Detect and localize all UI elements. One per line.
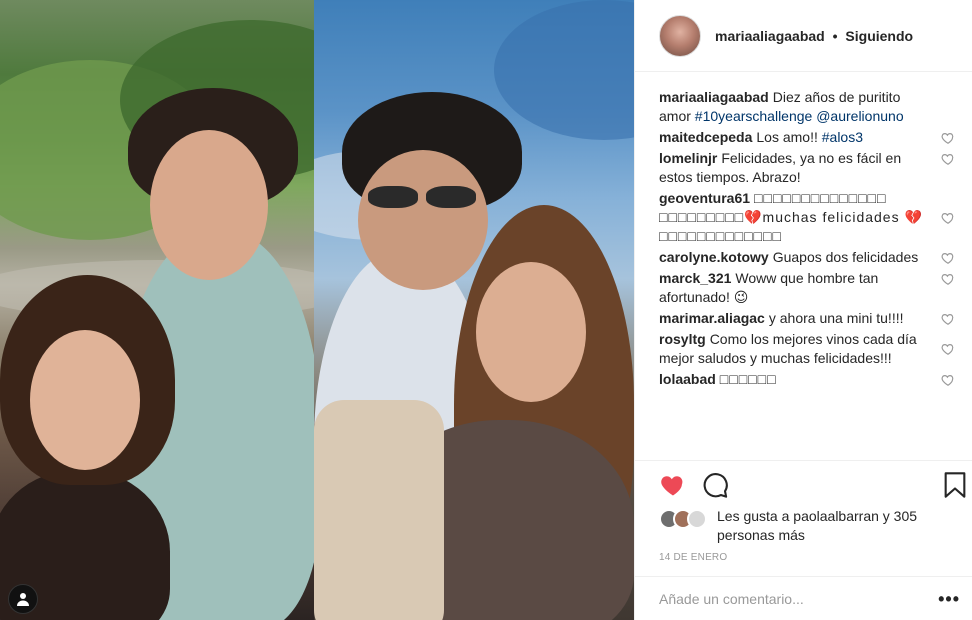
comment-username[interactable]: carolyne.kotowy xyxy=(659,249,769,265)
comment-item: rosyltg Como los mejores vinos cada día m… xyxy=(659,330,955,368)
post-date[interactable]: 14 DE ENERO xyxy=(659,552,727,563)
header-text: mariaaliagaabad • Siguiendo xyxy=(715,28,913,44)
comment-username[interactable]: rosyltg xyxy=(659,331,706,347)
avatar xyxy=(687,509,707,529)
photo-right-panel xyxy=(314,0,634,620)
heart-outline-icon[interactable] xyxy=(941,373,955,387)
comment-text: □□□□□□ xyxy=(719,371,777,387)
caption-hashtag[interactable]: #10yearschallenge xyxy=(695,108,813,124)
comment-username[interactable]: geoventura61 xyxy=(659,190,750,206)
add-comment-bar: ••• xyxy=(635,576,972,620)
comment-username[interactable]: maitedcepeda xyxy=(659,129,752,145)
likes-text: Les gusta a paolaalbarran y 305 personas… xyxy=(717,507,955,545)
heart-outline-icon[interactable] xyxy=(941,211,955,225)
comment-item: lomelinjr Felicidades, ya no es fácil en … xyxy=(659,149,955,187)
heart-outline-icon[interactable] xyxy=(941,342,955,356)
tagged-users-button[interactable] xyxy=(8,584,38,614)
comment-item: carolyne.kotowy Guapos dos felicidades xyxy=(659,248,955,267)
comment-text: Los amo!! xyxy=(756,129,818,145)
comment-hashtag[interactable]: #alos3 xyxy=(822,129,863,145)
heart-outline-icon[interactable] xyxy=(941,251,955,265)
caption-mention[interactable]: @aurelionuno xyxy=(816,108,903,124)
header-separator: • xyxy=(832,27,838,44)
heart-outline-icon[interactable] xyxy=(941,152,955,166)
heart-outline-icon[interactable] xyxy=(941,272,955,286)
photo-left-panel xyxy=(0,0,314,620)
post-header: mariaaliagaabad • Siguiendo xyxy=(635,0,972,72)
comment-username[interactable]: marck_321 xyxy=(659,270,731,286)
comment-username[interactable]: marimar.aliagac xyxy=(659,310,765,326)
bookmark-icon[interactable] xyxy=(941,471,969,499)
caption-username[interactable]: mariaaliagaabad xyxy=(659,89,769,105)
likes-user[interactable]: paolaalbarran xyxy=(793,508,879,524)
author-username[interactable]: mariaaliagaabad xyxy=(715,28,825,44)
comment-text: y ahora una mini tu!!!! xyxy=(768,310,904,326)
comment-item: maitedcepeda Los amo!! #alos3 xyxy=(659,128,955,147)
author-avatar[interactable] xyxy=(659,14,701,57)
heart-filled-icon[interactable] xyxy=(659,471,687,499)
liker-avatars[interactable] xyxy=(659,507,707,545)
user-tag-icon xyxy=(17,593,29,606)
comments-list: mariaaliagaabad Diez años de puritito amo… xyxy=(659,88,955,391)
comment-text: Guapos dos felicidades xyxy=(772,249,919,265)
comment-item: marck_321 Woww que hombre tan afortunado!… xyxy=(659,269,955,307)
heart-outline-icon[interactable] xyxy=(941,312,955,326)
more-options-button[interactable]: ••• xyxy=(938,589,960,610)
comment-bubble-icon[interactable] xyxy=(701,471,729,499)
likes-summary: Les gusta a paolaalbarran y 305 personas… xyxy=(659,507,955,545)
likes-prefix: Les gusta a xyxy=(717,508,790,524)
comment-input[interactable] xyxy=(659,590,919,607)
heart-outline-icon[interactable] xyxy=(941,131,955,145)
follow-status-button[interactable]: Siguiendo xyxy=(845,28,913,44)
action-bar xyxy=(635,460,972,510)
comment-username[interactable]: lolaabad xyxy=(659,371,716,387)
caption: mariaaliagaabad Diez años de puritito amo… xyxy=(659,88,955,126)
comment-item: lolaabad □□□□□□ xyxy=(659,370,955,389)
post-sidebar: mariaaliagaabad • Siguiendo mariaaliagaa… xyxy=(634,0,972,620)
post-photo[interactable] xyxy=(0,0,634,620)
comment-username[interactable]: lomelinjr xyxy=(659,150,717,166)
comment-item: geoventura61 □□□□□□□□□□□□□□ □□□□□□□□□💔muc… xyxy=(659,189,955,246)
comment-item: marimar.aliagac y ahora una mini tu!!!! xyxy=(659,309,955,328)
